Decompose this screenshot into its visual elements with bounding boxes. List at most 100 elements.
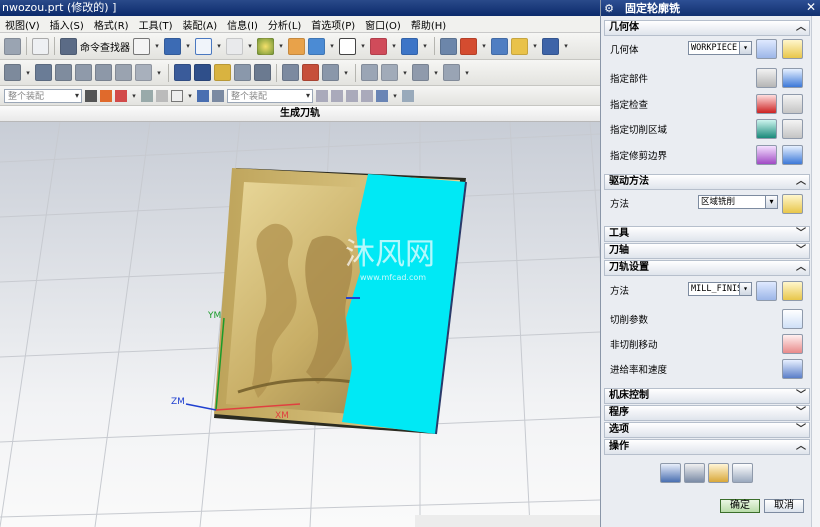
generate-path-icon[interactable] xyxy=(174,64,191,81)
select-arrow-icon[interactable] xyxy=(141,89,153,102)
chevron-down-icon[interactable]: ﹀ xyxy=(796,389,806,403)
menu-preferences[interactable]: 首选项(P) xyxy=(306,17,360,32)
show-part-icon[interactable] xyxy=(782,68,803,88)
path-method-select[interactable]: MILL_FINISH ▾ xyxy=(688,282,752,296)
chevron-down-icon[interactable]: ▾ xyxy=(531,42,539,50)
menu-analysis[interactable]: 分析(L) xyxy=(263,17,306,32)
menu-help[interactable]: 帮助(H) xyxy=(406,17,451,32)
geometry-select[interactable]: WORKPIECE ▾ xyxy=(688,41,752,55)
snap-mid-icon[interactable] xyxy=(346,89,358,102)
section-actions[interactable]: 操作 ︿ xyxy=(604,439,810,455)
toolpath-region[interactable] xyxy=(342,174,466,434)
feeds-speeds-icon[interactable] xyxy=(782,359,803,379)
undo-icon[interactable] xyxy=(32,37,49,55)
chevron-down-icon[interactable]: ▾ xyxy=(215,42,223,50)
snap-end-icon[interactable] xyxy=(331,89,343,102)
list-icon[interactable] xyxy=(732,463,753,483)
body-icon[interactable] xyxy=(212,89,224,102)
menu-format[interactable]: 格式(R) xyxy=(89,17,134,32)
snap-icon[interactable] xyxy=(100,89,112,102)
menu-insert[interactable]: 插入(S) xyxy=(45,17,89,32)
chevron-down-icon[interactable]: ▾ xyxy=(463,69,471,77)
verify-icon[interactable] xyxy=(708,463,729,483)
chevron-up-icon[interactable]: ︿ xyxy=(796,440,806,454)
specify-cut-area-icon[interactable] xyxy=(756,119,777,139)
chevron-down-icon[interactable]: ﹀ xyxy=(796,423,806,437)
postprocess-icon[interactable] xyxy=(282,64,299,81)
chevron-down-icon[interactable]: ﹀ xyxy=(796,244,806,258)
wcs-icon[interactable] xyxy=(370,37,387,55)
list-path-icon[interactable] xyxy=(234,64,251,81)
gear-icon[interactable]: ⚙ xyxy=(601,2,617,15)
section-tool-axis[interactable]: 刀轴 ﹀ xyxy=(604,243,810,259)
output-cls-icon[interactable] xyxy=(322,64,339,81)
chevron-down-icon[interactable]: ▾ xyxy=(739,283,751,295)
specify-part-icon[interactable] xyxy=(756,68,777,88)
save-icon[interactable] xyxy=(4,37,21,55)
csys-icon[interactable] xyxy=(460,37,477,55)
chevron-down-icon[interactable]: ▾ xyxy=(153,42,161,50)
chevron-down-icon[interactable]: ▾ xyxy=(562,42,570,50)
create-method-icon[interactable] xyxy=(75,64,92,81)
generate-icon[interactable] xyxy=(660,463,681,483)
create-geometry-icon[interactable] xyxy=(55,64,72,81)
chevron-down-icon[interactable]: ▾ xyxy=(739,42,751,54)
edit-method-wrench-icon[interactable] xyxy=(782,281,803,301)
chevron-down-icon[interactable]: ▾ xyxy=(480,42,488,50)
edit-drive-wrench-icon[interactable] xyxy=(782,194,803,214)
snap-point-icon[interactable] xyxy=(316,89,328,102)
shop-doc-icon[interactable] xyxy=(302,64,319,81)
create-program-icon[interactable] xyxy=(4,64,21,81)
chevron-down-icon[interactable]: ▾ xyxy=(421,42,429,50)
replay-icon[interactable] xyxy=(684,463,705,483)
section-tool[interactable]: 工具 ﹀ xyxy=(604,226,810,242)
replay-path-icon[interactable] xyxy=(194,64,211,81)
chevron-down-icon[interactable]: ▾ xyxy=(184,42,192,50)
non-cut-moves-icon[interactable] xyxy=(782,334,803,354)
chevron-down-icon[interactable]: ▾ xyxy=(24,69,32,77)
specify-check-icon[interactable] xyxy=(756,94,777,114)
command-finder-label[interactable]: 命令查找器 xyxy=(80,39,130,54)
verify-path-icon[interactable] xyxy=(214,64,231,81)
chevron-down-icon[interactable]: ▾ xyxy=(155,69,163,77)
chevron-down-icon[interactable]: ▾ xyxy=(246,42,254,50)
chevron-down-icon[interactable]: ▾ xyxy=(277,42,285,50)
select-icon[interactable] xyxy=(164,37,181,55)
chevron-up-icon[interactable]: ︿ xyxy=(796,21,806,35)
ok-button[interactable]: 确定 xyxy=(720,499,760,513)
edit-object-icon[interactable] xyxy=(115,64,132,81)
view-icon[interactable] xyxy=(133,37,150,55)
simulate-icon[interactable] xyxy=(254,64,271,81)
feature-ops-icon[interactable] xyxy=(381,64,398,81)
graphics-viewport[interactable]: 沐风网 www.mfcad.com YM XM ZM xyxy=(0,122,600,527)
shade-icon[interactable] xyxy=(257,37,274,55)
section-machine-control[interactable]: 机床控制 ﹀ xyxy=(604,388,810,404)
lasso-icon[interactable] xyxy=(156,89,168,102)
chevron-up-icon[interactable]: ︿ xyxy=(796,175,806,189)
chevron-down-icon[interactable]: ﹀ xyxy=(796,406,806,420)
filter-icon[interactable] xyxy=(85,89,97,102)
drive-method-select[interactable]: 区域铣削 ▾ xyxy=(698,195,778,209)
close-icon[interactable]: ✕ xyxy=(806,0,816,14)
menu-tools[interactable]: 工具(T) xyxy=(134,17,178,32)
workflow-icon[interactable] xyxy=(443,64,460,81)
snap-center-icon[interactable] xyxy=(361,89,373,102)
show-check-icon[interactable] xyxy=(782,94,803,114)
dialog-scrollbar[interactable] xyxy=(811,16,820,527)
chevron-down-icon[interactable]: ▾ xyxy=(401,69,409,77)
cancel-button[interactable]: 取消 xyxy=(764,499,804,513)
transform-icon[interactable] xyxy=(412,64,429,81)
snap-quad-icon[interactable] xyxy=(402,89,414,102)
chevron-down-icon[interactable]: ▾ xyxy=(359,42,367,50)
feature-group-icon[interactable] xyxy=(361,64,378,81)
section-program[interactable]: 程序 ﹀ xyxy=(604,405,810,421)
specify-trim-icon[interactable] xyxy=(756,145,777,165)
background-icon[interactable] xyxy=(339,37,356,55)
chevron-down-icon[interactable]: ▾ xyxy=(432,69,440,77)
new-method-icon[interactable] xyxy=(756,281,777,301)
section-path-settings[interactable]: 刀轨设置 ︿ xyxy=(604,260,810,276)
layer-icon[interactable] xyxy=(288,37,305,55)
edit-wrench-icon[interactable] xyxy=(782,39,803,59)
chevron-down-icon[interactable]: ▾ xyxy=(391,92,399,100)
show-cut-area-icon[interactable] xyxy=(782,119,803,139)
